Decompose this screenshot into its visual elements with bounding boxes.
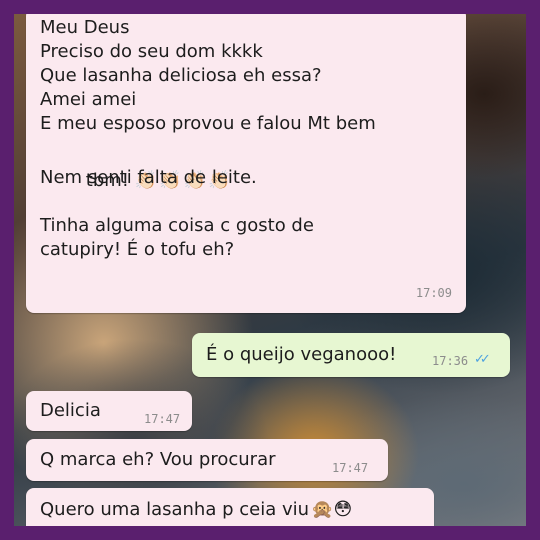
message-timestamp: 17:47: [144, 412, 181, 426]
message-line: catupiry! É o tofu eh?: [40, 239, 235, 260]
message-bubble-outgoing[interactable]: É o queijo veganooo! 17:36 ✓✓: [192, 333, 510, 377]
message-text: Q marca eh? Vou procurar: [40, 449, 276, 470]
message-line: Preciso do seu dom kkkk: [40, 41, 263, 62]
message-text: É o queijo veganooo!: [206, 344, 397, 365]
message-line: Amei amei: [40, 89, 137, 110]
message-line: Que lasanha deliciosa eh essa?: [40, 65, 322, 86]
message-text: Meu Deus Preciso do seu dom kkkk Que las…: [40, 16, 376, 262]
monkey-and-flushed-face-emoji: 🙊😳: [311, 499, 353, 520]
message-bubble-incoming[interactable]: Delicia 17:47: [26, 391, 192, 431]
message-bubble-incoming[interactable]: Meu Deus Preciso do seu dom kkkk Que las…: [26, 14, 466, 313]
message-line: Tinha alguma coisa c gosto de: [40, 215, 314, 236]
message-bubble-incoming[interactable]: Quero uma lasanha p ceia viu 🙊😳: [26, 488, 434, 526]
message-timestamp: 17:36: [432, 354, 469, 368]
message-line: Meu Deus: [40, 17, 130, 38]
message-bubble-incoming[interactable]: Q marca eh? Vou procurar 17:47: [26, 439, 388, 481]
message-line: Nem senti falta de leite.: [40, 167, 257, 188]
read-ticks-icon: ✓✓: [474, 352, 491, 367]
message-line: E meu esposo provou e falou Mt bem: [40, 113, 376, 134]
message-line: Quero uma lasanha p ceia viu: [40, 499, 310, 520]
chat-screen: Meu Deus Preciso do seu dom kkkk Que las…: [14, 14, 526, 526]
message-line-with-emoji: tbm! 👏🏻👏🏻👏🏻👏🏻: [40, 136, 376, 191]
message-timestamp: 17:09: [415, 286, 452, 300]
message-text: Quero uma lasanha p ceia viu 🙊😳: [40, 498, 352, 522]
message-timestamp: 17:47: [332, 461, 369, 475]
message-text: Delicia: [40, 400, 101, 421]
